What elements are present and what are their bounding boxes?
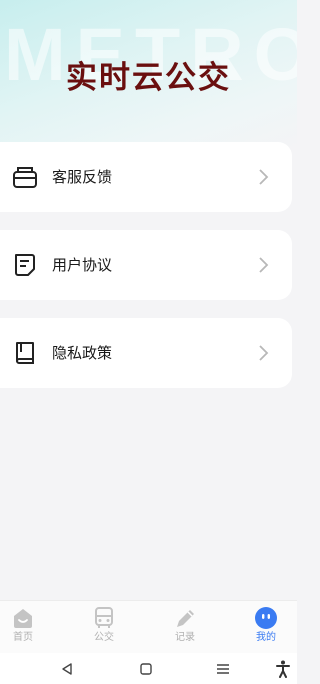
chevron-right-icon: [259, 169, 269, 185]
page-title: 实时云公交: [66, 60, 231, 96]
bus-icon: [95, 607, 113, 628]
recents-menu-icon[interactable]: [216, 662, 230, 676]
privacy-book-icon: [16, 342, 34, 364]
tab-label: 我的: [256, 632, 276, 643]
profile-face-icon: [255, 607, 277, 629]
tab-home[interactable]: 首页: [3, 607, 43, 644]
tab-bus[interactable]: 公交: [84, 607, 124, 644]
chevron-right-icon: [259, 257, 269, 273]
tab-label: 记录: [175, 632, 195, 643]
menu-item-label: 用户协议: [52, 256, 113, 274]
menu-item-label: 客服反馈: [52, 168, 113, 186]
home-square-icon[interactable]: [139, 662, 153, 676]
tab-records[interactable]: 记录: [165, 607, 205, 644]
chevron-right-icon: [259, 345, 269, 361]
tab-label: 首页: [13, 632, 33, 643]
home-icon: [14, 609, 32, 628]
bottom-tab-bar: 首页 公交 记录 我的: [0, 600, 297, 653]
header-banner: METRO 实时云公交: [0, 0, 297, 150]
agreement-document-icon: [15, 254, 35, 276]
tab-label: 公交: [94, 632, 114, 643]
menu-item-customer-service[interactable]: 客服反馈: [0, 142, 292, 212]
back-icon[interactable]: [60, 662, 74, 676]
menu-item-privacy-policy[interactable]: 隐私政策: [0, 318, 292, 388]
pencil-icon: [177, 610, 194, 627]
menu-item-label: 隐私政策: [52, 344, 113, 362]
system-navigation-bar: [0, 653, 297, 684]
accessibility-icon[interactable]: [276, 660, 290, 678]
customer-service-icon: [13, 167, 37, 188]
tab-mine[interactable]: 我的: [246, 607, 286, 644]
menu-item-user-agreement[interactable]: 用户协议: [0, 230, 292, 300]
